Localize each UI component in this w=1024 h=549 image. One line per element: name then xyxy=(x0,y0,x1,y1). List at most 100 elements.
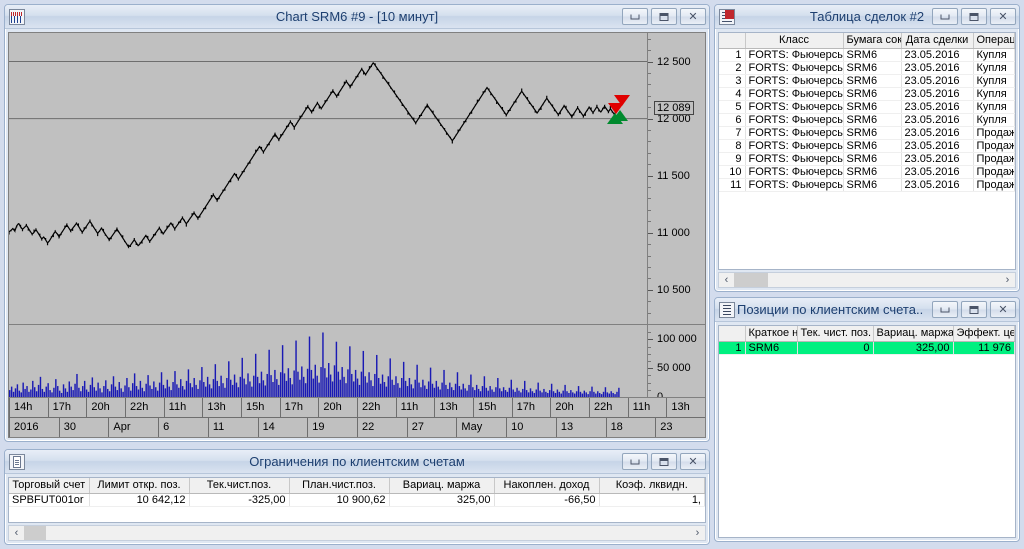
scroll-right-arrow[interactable]: › xyxy=(690,527,705,539)
volume-chart-svg xyxy=(9,332,620,397)
table-cell: Купля xyxy=(973,100,1015,114)
price-tick-label: 11 500 xyxy=(657,169,690,182)
column-header[interactable]: План.чист.поз. xyxy=(289,478,390,494)
maximize-button[interactable] xyxy=(961,8,987,25)
positions-table[interactable]: Краткое н Тек. чист. поз. Вариац. маржа Эфф… xyxy=(719,326,1015,355)
table-row[interactable]: 8FORTS: ФьючерсыSRM623.05.2016Продажа xyxy=(719,139,1015,153)
scroll-left-arrow[interactable]: ‹ xyxy=(9,527,24,539)
column-header[interactable]: Вариац. маржа xyxy=(873,326,954,342)
close-button[interactable]: ✕ xyxy=(990,301,1016,318)
time-hour-label: 22h xyxy=(125,398,164,417)
maximize-button[interactable] xyxy=(961,301,987,318)
trades-table-wrap[interactable]: КлассБумага сокрДата сделкиОпераци 1FORT… xyxy=(718,32,1016,270)
table-row[interactable]: 4 FORTS: Фьючерсы SRM6 23.05.2016 Купля xyxy=(719,87,1015,101)
table-row[interactable]: 7FORTS: ФьючерсыSRM623.05.2016Продажа xyxy=(719,126,1015,140)
column-header[interactable]: Коэф. лквидн. xyxy=(599,478,705,494)
time-date-label: 27 xyxy=(406,418,457,437)
table-row[interactable]: 1 FORTS: Фьючерсы SRM6 23.05.2016 Купля xyxy=(719,48,1015,62)
column-header[interactable]: Накоплен. доход xyxy=(494,478,600,494)
table-row[interactable]: 1 SRM6 0 325,00 11 976 xyxy=(719,341,1015,355)
time-hour-label: 20h xyxy=(318,398,357,417)
table-row[interactable]: 3 FORTS: Фьючерсы SRM6 23.05.2016 Купля xyxy=(719,74,1015,88)
table-cell: 10 642,12 xyxy=(89,493,190,507)
table-cell: FORTS: Фьючерсы xyxy=(745,100,844,114)
table-cell: 1, xyxy=(599,493,705,507)
table-cell: 4 xyxy=(719,87,746,101)
scroll-track[interactable] xyxy=(734,273,1000,287)
table-header-row: Торговый счет Лимит откр. поз. Тек.чист.по… xyxy=(9,478,705,494)
column-header[interactable]: Класс xyxy=(745,33,844,49)
table-cell: Купля xyxy=(973,74,1015,88)
column-header[interactable]: Лимит откр. поз. xyxy=(89,478,190,494)
positions-window-body: Краткое н Тек. чист. поз. Вариац. маржа Эфф… xyxy=(715,322,1019,541)
column-header[interactable]: Краткое н xyxy=(745,326,798,342)
volume-tick-label: 0 xyxy=(657,391,664,398)
scroll-thumb[interactable] xyxy=(24,526,46,540)
table-cell: Продажа xyxy=(973,178,1015,192)
price-plot-area[interactable] xyxy=(9,33,648,324)
column-header[interactable] xyxy=(719,326,746,342)
scroll-right-arrow[interactable]: › xyxy=(1000,274,1015,286)
table-row[interactable]: SPBFUT001or 10 642,12 -325,00 10 900,62 325,… xyxy=(9,493,705,507)
table-row[interactable]: 2 FORTS: Фьючерсы SRM6 23.05.2016 Купля xyxy=(719,61,1015,75)
column-header[interactable]: Бумага сокр xyxy=(843,33,902,49)
volume-plot-area[interactable] xyxy=(9,325,648,397)
table-cell: Купля xyxy=(973,48,1015,62)
column-header[interactable]: Тек. чист. поз. xyxy=(797,326,874,342)
scroll-thumb[interactable] xyxy=(734,273,768,287)
table-row[interactable]: 10FORTS: ФьючерсыSRM623.05.2016Продажа xyxy=(719,165,1015,179)
column-header[interactable]: Операци xyxy=(973,33,1015,49)
desktop: Chart SRM6 #9 - [10 минут] ✕ 10 500 11 00… xyxy=(0,0,1024,549)
limits-window-titlebar[interactable]: Ограничения по клиентским счетам ✕ xyxy=(5,450,709,474)
volume-tick-label: 100 000 xyxy=(657,333,697,346)
time-hour-label: 11h xyxy=(395,398,435,417)
chart-window[interactable]: Chart SRM6 #9 - [10 минут] ✕ 10 500 11 00… xyxy=(4,4,710,442)
trades-table-window[interactable]: Таблица сделок #2 ✕ КлассБумага сокрДата… xyxy=(714,4,1020,292)
limits-table[interactable]: Торговый счет Лимит откр. поз. Тек.чист.по… xyxy=(9,478,705,507)
column-header[interactable]: Тек.чист.поз. xyxy=(189,478,290,494)
limits-horizontal-scrollbar[interactable]: ‹ › xyxy=(8,525,706,541)
scroll-track[interactable] xyxy=(24,526,690,540)
positions-window-controls: ✕ xyxy=(932,301,1016,318)
positions-window[interactable]: Позиции по клиентским счета... ✕ Краткое… xyxy=(714,297,1020,542)
table-row[interactable]: 6 FORTS: Фьючерсы SRM6 23.05.2016 Купля xyxy=(719,113,1015,127)
positions-table-wrap[interactable]: Краткое н Тек. чист. поз. Вариац. маржа Эфф… xyxy=(718,325,1016,538)
table-cell: SRM6 xyxy=(843,48,902,62)
chart-window-titlebar[interactable]: Chart SRM6 #9 - [10 минут] ✕ xyxy=(5,5,709,29)
maximize-button[interactable] xyxy=(651,453,677,470)
limits-window[interactable]: Ограничения по клиентским счетам ✕ Торго… xyxy=(4,449,710,545)
table-cell: FORTS: Фьючерсы xyxy=(745,139,844,153)
table-cell: Купля xyxy=(973,61,1015,75)
time-date-label: 30 xyxy=(58,418,109,437)
minimize-button[interactable] xyxy=(932,301,958,318)
scroll-left-arrow[interactable]: ‹ xyxy=(719,274,734,286)
maximize-button[interactable] xyxy=(651,8,677,25)
current-price-tag: 12 089 xyxy=(654,101,694,116)
column-header[interactable]: Дата сделки xyxy=(901,33,974,49)
table-cell: FORTS: Фьючерсы xyxy=(745,74,844,88)
minimize-button[interactable] xyxy=(932,8,958,25)
column-header[interactable]: Торговый счет xyxy=(9,478,90,494)
table-cell: 11 976 xyxy=(953,341,1015,355)
trades-table[interactable]: КлассБумага сокрДата сделкиОпераци 1FORT… xyxy=(719,33,1015,192)
volume-pane[interactable]: 0 50 000 100 000 xyxy=(9,325,705,397)
column-header[interactable]: Вариац. маржа xyxy=(389,478,495,494)
close-button[interactable]: ✕ xyxy=(680,8,706,25)
minimize-button[interactable] xyxy=(622,8,648,25)
close-button[interactable]: ✕ xyxy=(680,453,706,470)
column-header[interactable]: Эффект. цена по xyxy=(953,326,1015,342)
close-button[interactable]: ✕ xyxy=(990,8,1016,25)
table-row[interactable]: 11FORTS: ФьючерсыSRM623.05.2016Продажа xyxy=(719,178,1015,192)
trades-window-titlebar[interactable]: Таблица сделок #2 ✕ xyxy=(715,5,1019,29)
time-axis-hours: 14h 17h 20h 22h 11h 13h 15h 17h 20h 22h 11h 13h 15h 1… xyxy=(9,398,705,417)
trades-horizontal-scrollbar[interactable]: ‹ › xyxy=(718,272,1016,288)
limits-table-wrap[interactable]: Торговый счет Лимит откр. поз. Тек.чист.по… xyxy=(8,477,706,523)
trade-marker-buy xyxy=(607,113,624,125)
table-row[interactable]: 5 FORTS: Фьючерсы SRM6 23.05.2016 Купля xyxy=(719,100,1015,114)
positions-window-titlebar[interactable]: Позиции по клиентским счета... ✕ xyxy=(715,298,1019,322)
column-header[interactable] xyxy=(719,33,746,49)
price-pane[interactable]: 10 500 11 000 11 500 12 000 12 500 12 089 xyxy=(9,33,705,325)
table-cell: Продажа xyxy=(973,139,1015,153)
table-row[interactable]: 9FORTS: ФьючерсыSRM623.05.2016Продажа xyxy=(719,152,1015,166)
minimize-button[interactable] xyxy=(622,453,648,470)
